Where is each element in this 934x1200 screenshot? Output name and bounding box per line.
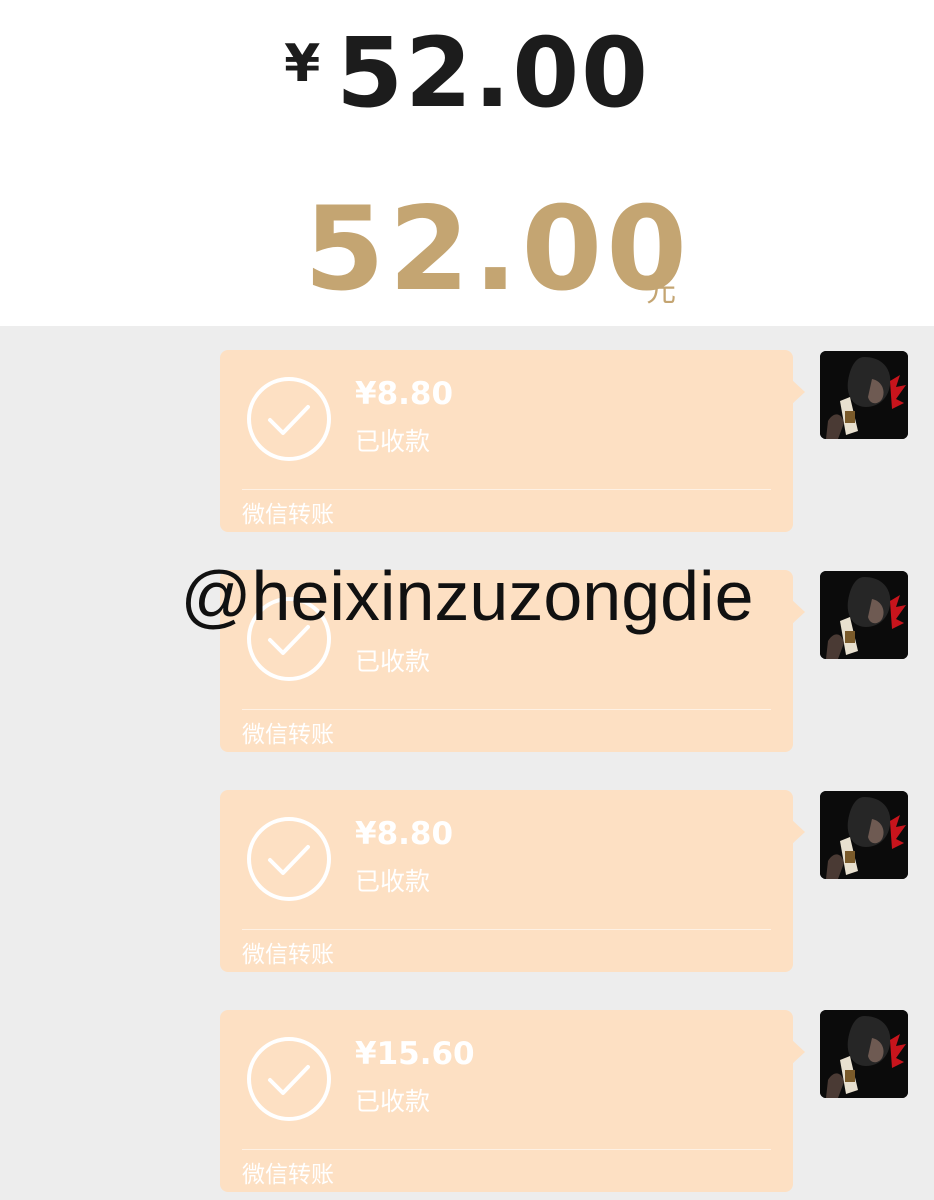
card-divider bbox=[242, 1149, 771, 1150]
transfer-amount: ¥8.80 bbox=[355, 816, 454, 852]
transfer-amount: ¥8.80 bbox=[355, 376, 454, 412]
avatar[interactable] bbox=[820, 1010, 908, 1098]
transfer-card[interactable]: ¥15.60 已收款 微信转账 bbox=[220, 1010, 805, 1192]
card-divider bbox=[242, 929, 771, 930]
card-divider bbox=[242, 709, 771, 710]
currency-symbol: ¥ bbox=[284, 34, 321, 94]
check-circle-icon bbox=[247, 1037, 331, 1121]
amount-value: 52.00 bbox=[336, 17, 650, 129]
card-divider bbox=[242, 489, 771, 490]
transfer-amount: ¥15.60 bbox=[355, 1036, 475, 1072]
avatar-photo bbox=[820, 791, 908, 879]
transfer-card[interactable]: ¥8.80 已收款 微信转账 bbox=[220, 790, 805, 972]
total-amount-value: 52.00 bbox=[304, 182, 691, 317]
watermark-text: @heixinzuzongdie bbox=[180, 557, 754, 635]
avatar[interactable] bbox=[820, 351, 908, 439]
transfer-source: 微信转账 bbox=[242, 1162, 334, 1188]
avatar-photo bbox=[820, 351, 908, 439]
total-amount-display: 52.00 元 bbox=[304, 190, 691, 310]
transfer-source: 微信转账 bbox=[242, 722, 334, 748]
amount-display: ¥52.00 bbox=[0, 18, 934, 128]
summary-header: ¥52.00 52.00 元 bbox=[0, 0, 934, 326]
transfer-status: 已收款 bbox=[355, 867, 431, 896]
transfer-card[interactable]: ¥8.80 已收款 微信转账 bbox=[220, 350, 805, 532]
check-circle-icon bbox=[247, 377, 331, 461]
total-amount-unit: 元 bbox=[646, 274, 676, 309]
transfer-status: 已收款 bbox=[355, 427, 431, 456]
transfer-status: 已收款 bbox=[355, 1087, 431, 1116]
avatar-photo bbox=[820, 1010, 908, 1098]
check-circle-icon bbox=[247, 817, 331, 901]
transfer-source: 微信转账 bbox=[242, 942, 334, 968]
transfer-source: 微信转账 bbox=[242, 502, 334, 528]
avatar[interactable] bbox=[820, 791, 908, 879]
transfer-status: 已收款 bbox=[355, 647, 431, 676]
